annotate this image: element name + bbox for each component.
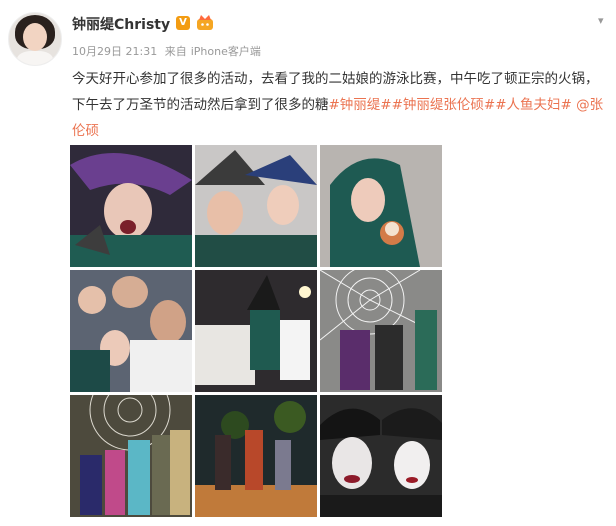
photo-thumbnail[interactable] — [70, 270, 192, 392]
source-prefix: 来自 — [164, 45, 187, 58]
post-source[interactable]: iPhone客户端 — [191, 45, 261, 58]
photo-thumbnail[interactable] — [320, 270, 442, 392]
photo-thumbnail[interactable] — [70, 145, 192, 267]
topic-link[interactable]: #钟丽缇张伦硕# — [392, 97, 496, 113]
post-meta: 10月29日 21:31 来自 iPhone客户端 — [72, 43, 265, 59]
photo-thumbnail[interactable] — [320, 145, 442, 267]
photo-thumbnail[interactable] — [195, 270, 317, 392]
photo-thumbnail[interactable] — [320, 395, 442, 517]
post-text: 今天好开心参加了很多的活动，去看了我的二姑娘的游泳比赛，中午吃了顿正宗的火锅，下… — [72, 66, 610, 144]
photo-thumbnail[interactable] — [195, 395, 317, 517]
author-name[interactable]: 钟丽缇Christy — [72, 14, 170, 34]
topic-link[interactable]: #钟丽缇# — [329, 97, 392, 113]
topic-link[interactable]: #人鱼夫妇# — [495, 97, 572, 113]
photo-thumbnail[interactable] — [195, 145, 317, 267]
photo-thumbnail[interactable] — [70, 395, 192, 517]
chevron-down-icon[interactable]: ▾ — [598, 14, 604, 27]
avatar[interactable] — [8, 12, 62, 66]
verified-icon: V — [176, 16, 190, 30]
member-crown-icon[interactable] — [196, 14, 214, 31]
photo-grid — [70, 145, 442, 517]
post-time[interactable]: 10月29日 21:31 — [72, 45, 157, 58]
